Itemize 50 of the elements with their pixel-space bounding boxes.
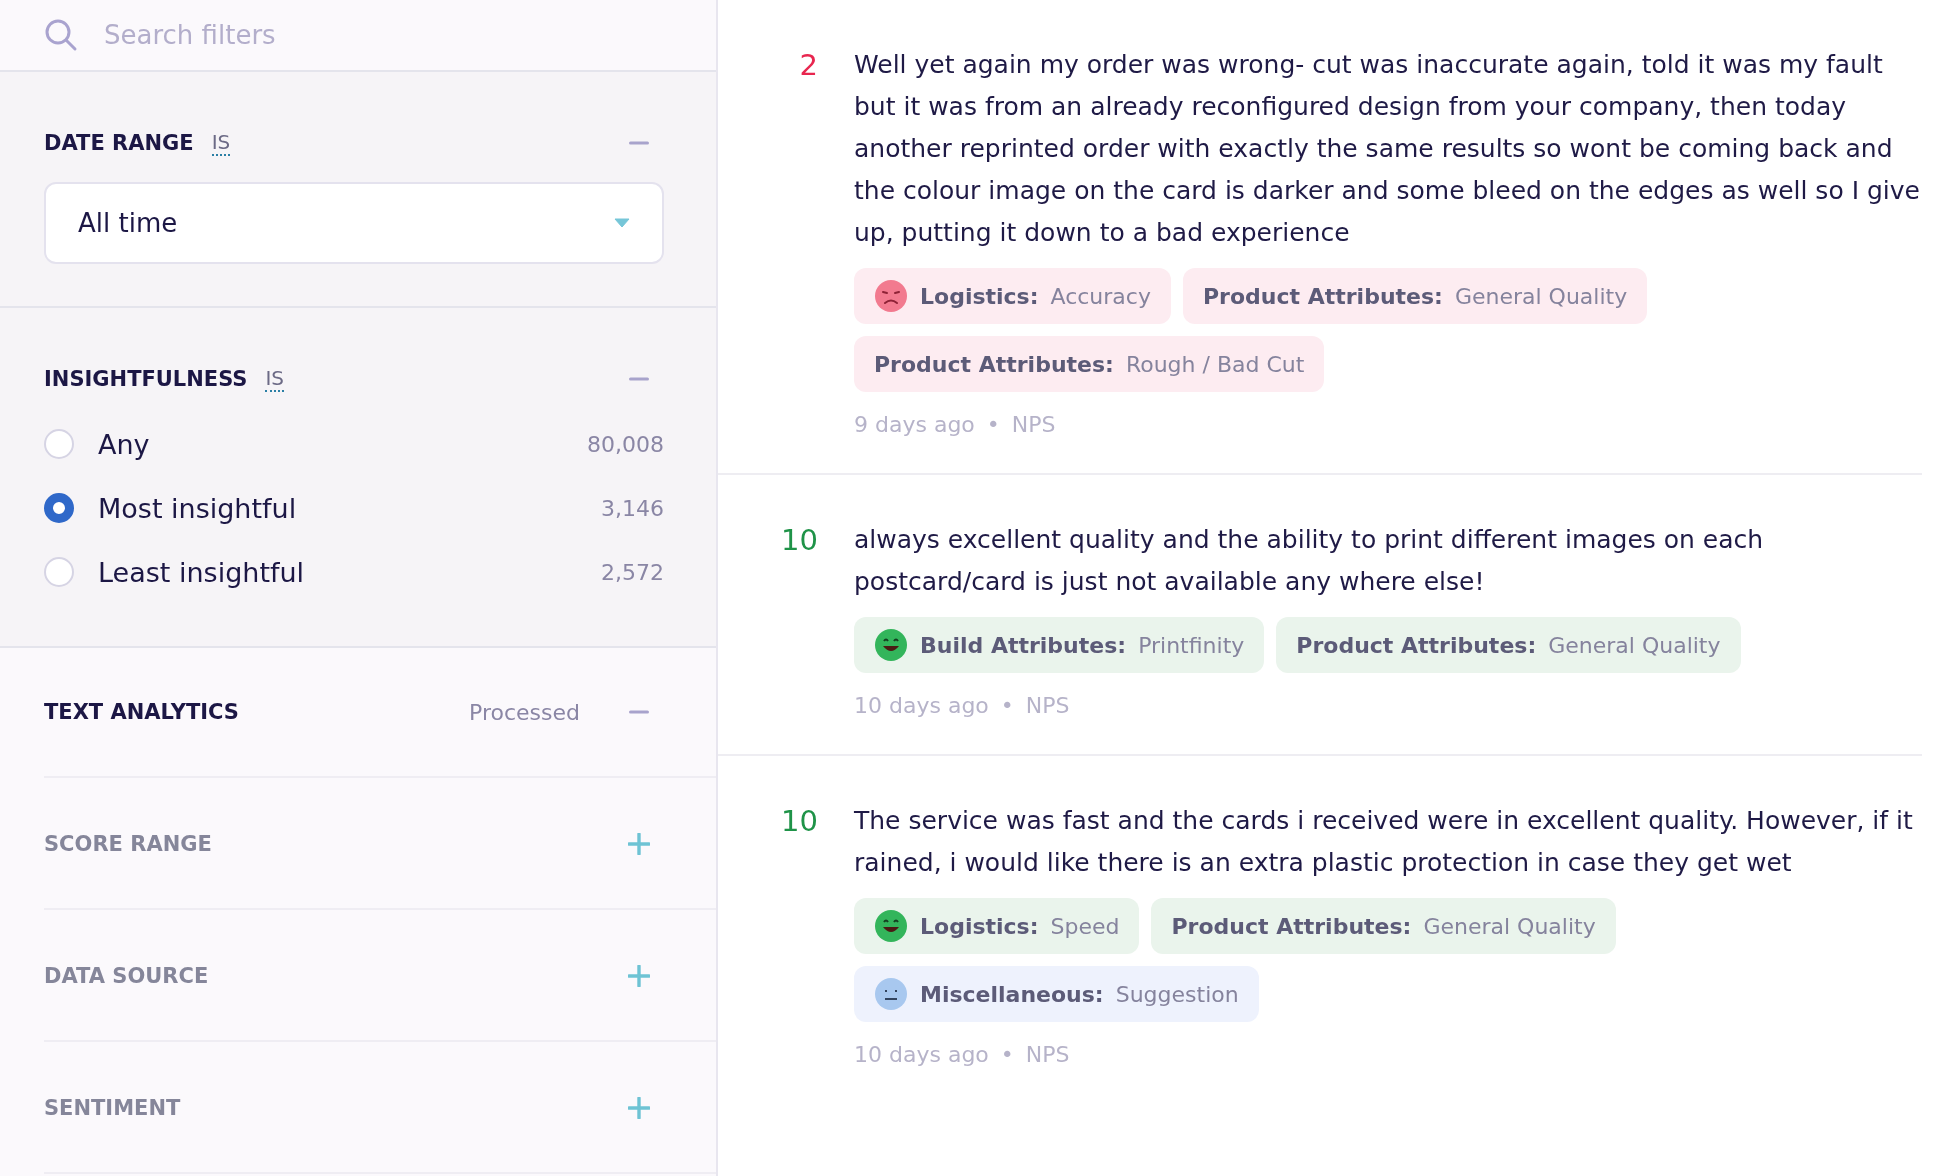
radio-button[interactable]	[44, 493, 74, 523]
separator-dot: •	[1000, 693, 1014, 718]
caret-icon	[614, 218, 630, 228]
topic-tag[interactable]: Build Attributes: Printfinity	[854, 617, 1265, 673]
expand-icon[interactable]	[628, 1097, 650, 1119]
filter-title: TEXT ANALYTICS	[44, 700, 239, 724]
separator-dot: •	[1000, 1042, 1014, 1067]
expand-icon[interactable]	[628, 965, 650, 987]
response-text: always excellent quality and the ability to print different images on each postcard/card is just not available any where else!	[854, 524, 1765, 598]
topic-tag[interactable]: Product Attributes: General Quality	[1151, 898, 1616, 954]
topic-tag[interactable]: Product Attributes: Rough / Bad Cut	[854, 336, 1325, 392]
option-count: 2,572	[601, 559, 664, 585]
response-age: 10 days ago	[854, 1042, 989, 1067]
happy-face-icon	[874, 628, 908, 662]
score: 2	[798, 47, 818, 84]
filter-title: SENTIMENT	[44, 1096, 181, 1120]
operator-label[interactable]: IS	[265, 366, 285, 392]
date-range-dropdown[interactable]: All time	[44, 182, 664, 264]
response-source: NPS	[1011, 412, 1056, 437]
response-age: 9 days ago	[854, 412, 975, 437]
neutral-face-icon	[874, 977, 908, 1011]
separator-dot: •	[986, 412, 1000, 437]
score: 10	[780, 803, 818, 840]
score: 10	[780, 522, 818, 559]
sad-face-icon	[874, 279, 908, 313]
option-label[interactable]: Least insightful	[98, 556, 577, 588]
expand-icon[interactable]	[628, 833, 650, 855]
response-age: 10 days ago	[854, 693, 989, 718]
search-icon	[44, 18, 78, 52]
option-label[interactable]: Any	[98, 428, 563, 460]
option-count: 3,146	[601, 495, 664, 521]
topic-tag[interactable]: Logistics: Accuracy	[854, 268, 1171, 324]
topic-tag[interactable]: Logistics: Speed	[854, 898, 1140, 954]
operator-label[interactable]: IS	[211, 130, 231, 156]
topic-tag[interactable]: Miscellaneous: Suggestion	[854, 966, 1259, 1022]
search-field[interactable]: Search filters	[102, 19, 672, 51]
response-text: Well yet again my order was wrong- cut was inaccurate again, told it was my fault but it was from an already reconfigured design from your company, then today another reprinted order with exactly the same results so wont be coming back and the colour image on the card is darker and some bleed on the edges as well so I give up, putting it down to a bad experience	[854, 49, 1921, 249]
filter-summary: Processed	[469, 699, 580, 725]
response-source: NPS	[1025, 693, 1070, 718]
topic-tag[interactable]: Product Attributes: General Quality	[1182, 268, 1648, 324]
option-label[interactable]: Most insightful	[98, 492, 577, 524]
happy-face-icon	[874, 909, 908, 943]
response-source: NPS	[1025, 1042, 1070, 1067]
filter-title: SCORE RANGE	[44, 832, 212, 856]
filter-title: DATA SOURCE	[44, 964, 209, 988]
option-count: 80,008	[587, 431, 664, 457]
filter-title: INSIGHTFULNESS	[44, 367, 248, 391]
topic-tag[interactable]: Product Attributes: General Quality	[1276, 617, 1741, 673]
filter-title: DATE RANGE	[44, 131, 194, 155]
response-text: The service was fast and the cards i received were in excellent quality. However, if it rained, i would like there is an extra plastic protection in case they get wet	[854, 805, 1914, 879]
